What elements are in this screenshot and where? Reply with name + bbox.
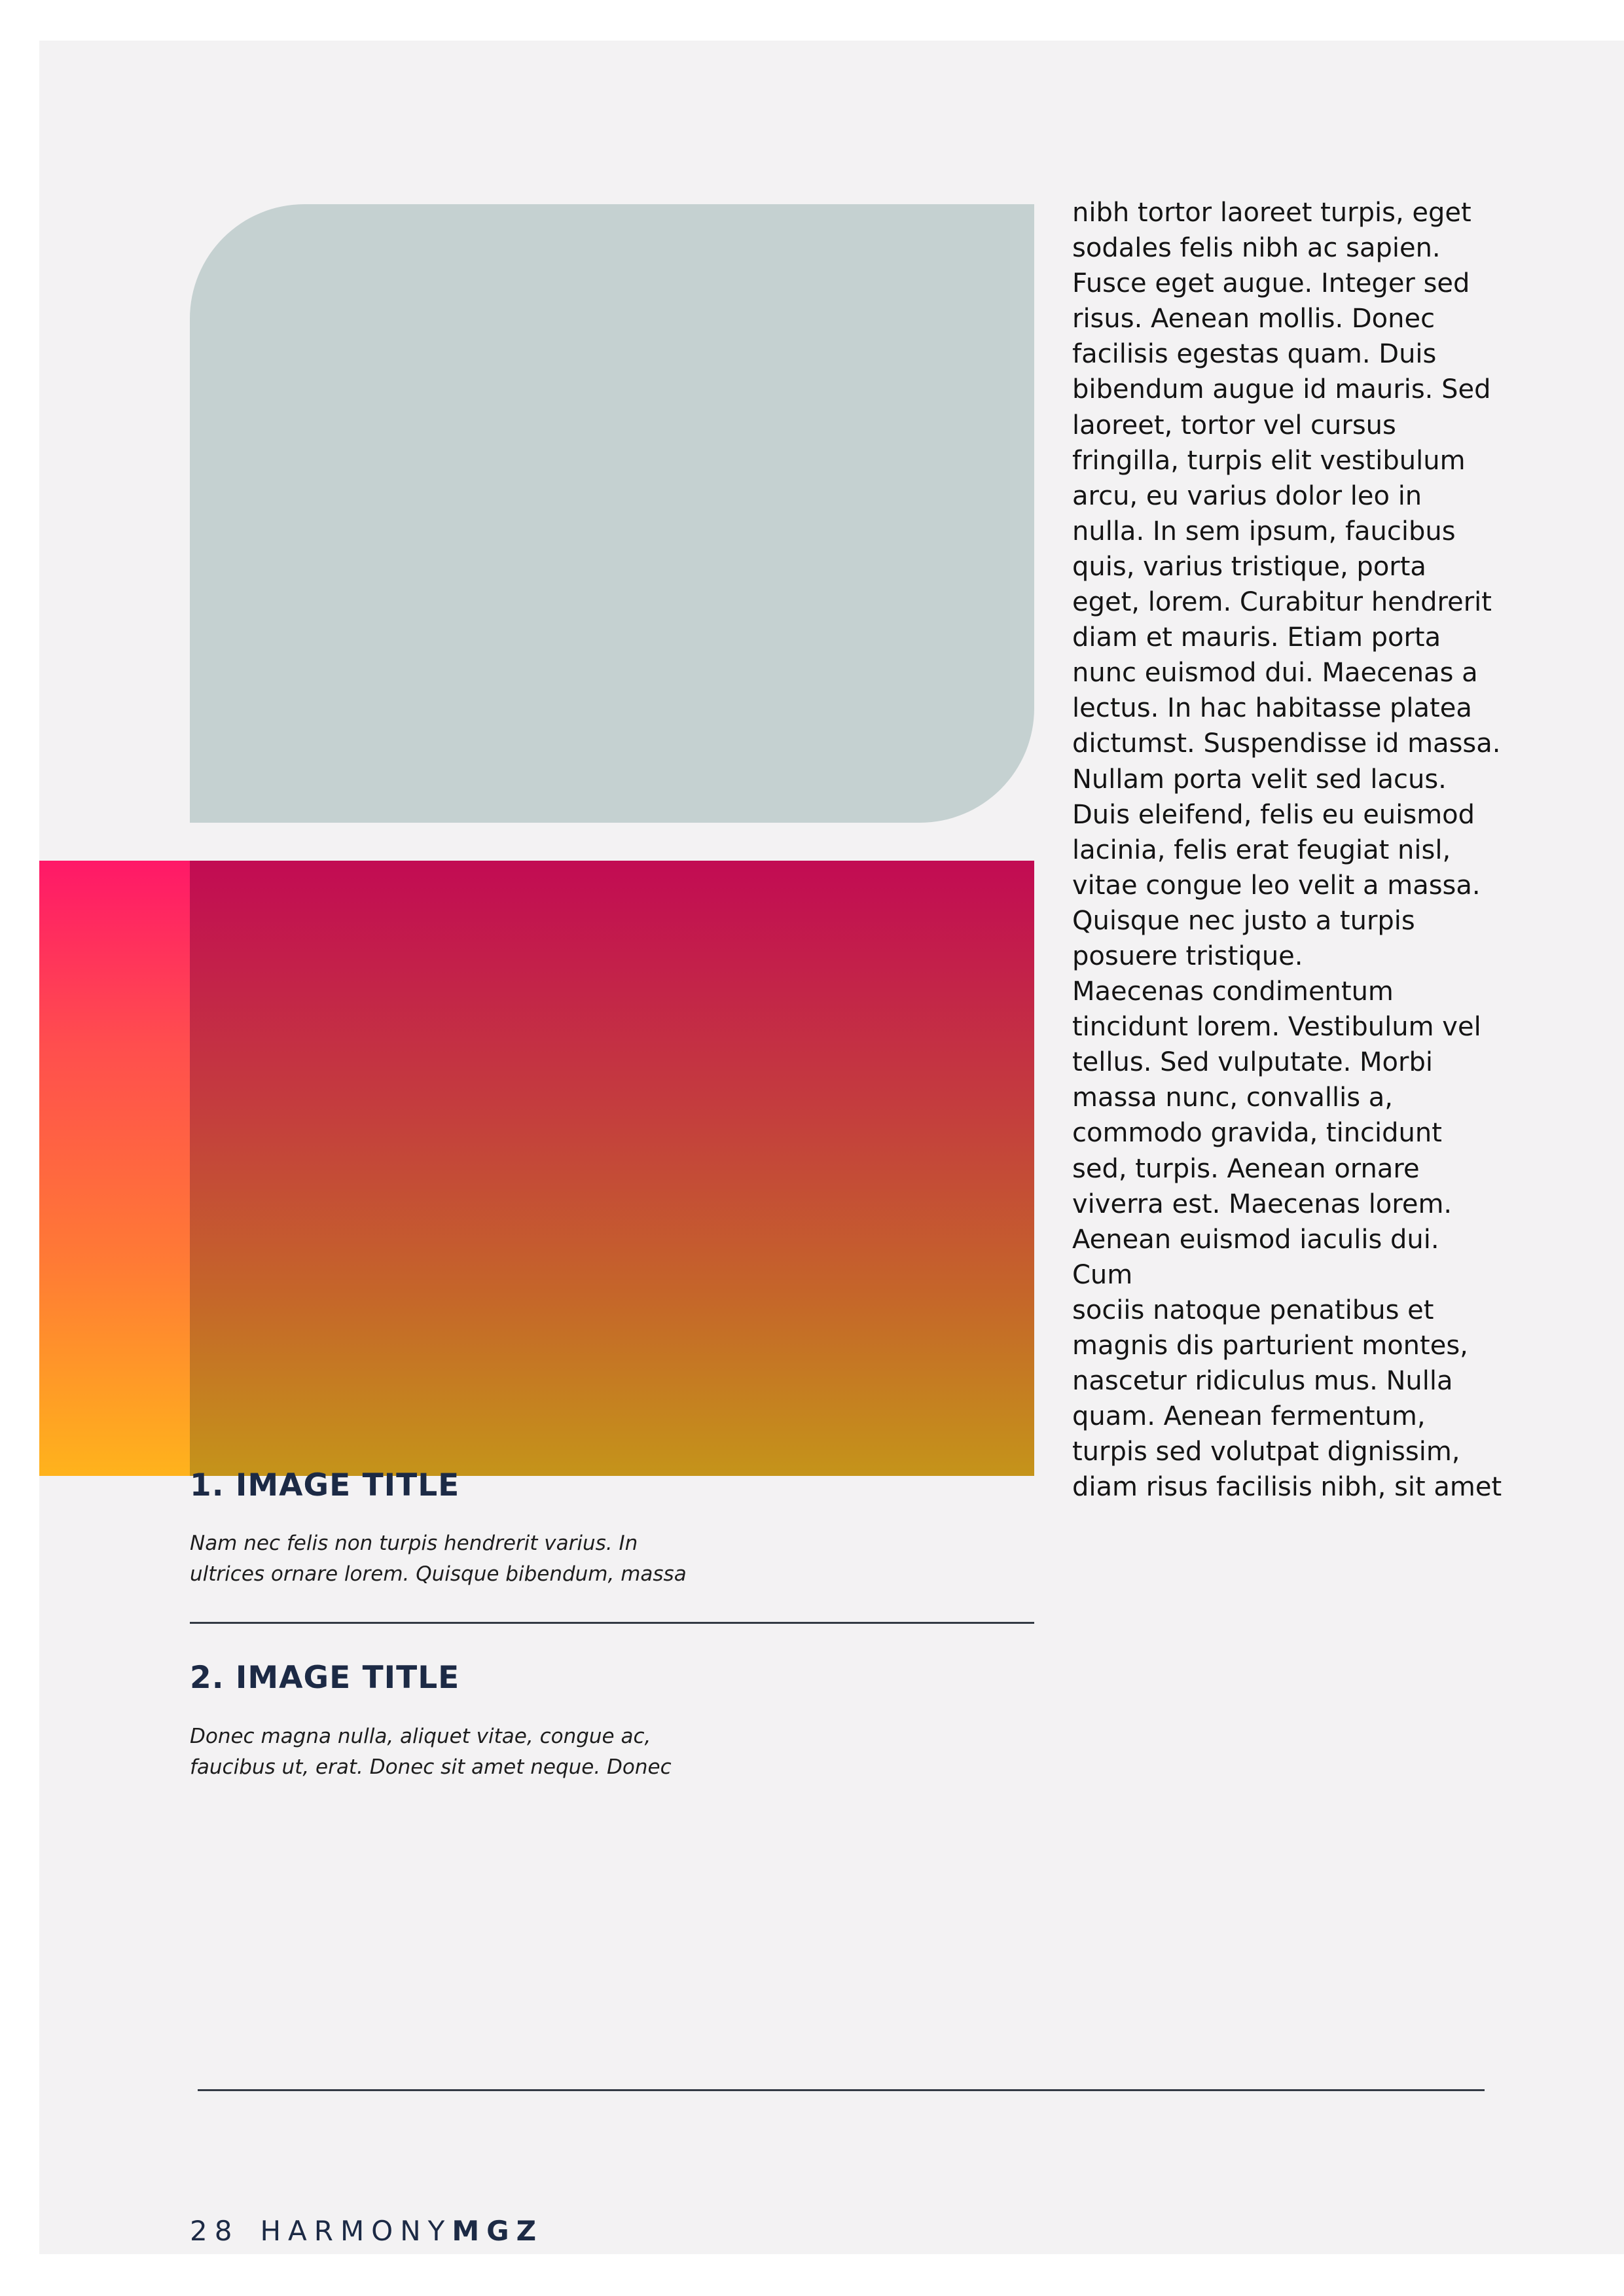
- brand-name-light: HARMONY: [260, 2215, 452, 2247]
- image-placeholder-gray: [190, 204, 1034, 823]
- magazine-page: nibh tortor laoreet turpis, eget sodales…: [39, 41, 1624, 2254]
- accent-gradient-strip: [39, 861, 191, 1476]
- page-footer: 28 HARMONYMGZ: [190, 2215, 543, 2247]
- footer-divider: [198, 2089, 1485, 2091]
- caption-1-title: 1. IMAGE TITLE: [190, 1467, 460, 1503]
- brand-name-bold: MGZ: [452, 2215, 544, 2247]
- image-placeholder-gradient: [190, 861, 1034, 1476]
- page-number: 28: [190, 2215, 240, 2247]
- caption-2-text: Donec magna nulla, aliquet vitae, congue…: [190, 1725, 672, 1779]
- caption-2-title: 2. IMAGE TITLE: [190, 1660, 460, 1696]
- caption-1-text: Nam nec felis non turpis hendrerit variu…: [190, 1532, 687, 1586]
- caption-divider: [190, 1622, 1034, 1624]
- body-text-column: nibh tortor laoreet turpis, eget sodales…: [1072, 198, 1502, 1503]
